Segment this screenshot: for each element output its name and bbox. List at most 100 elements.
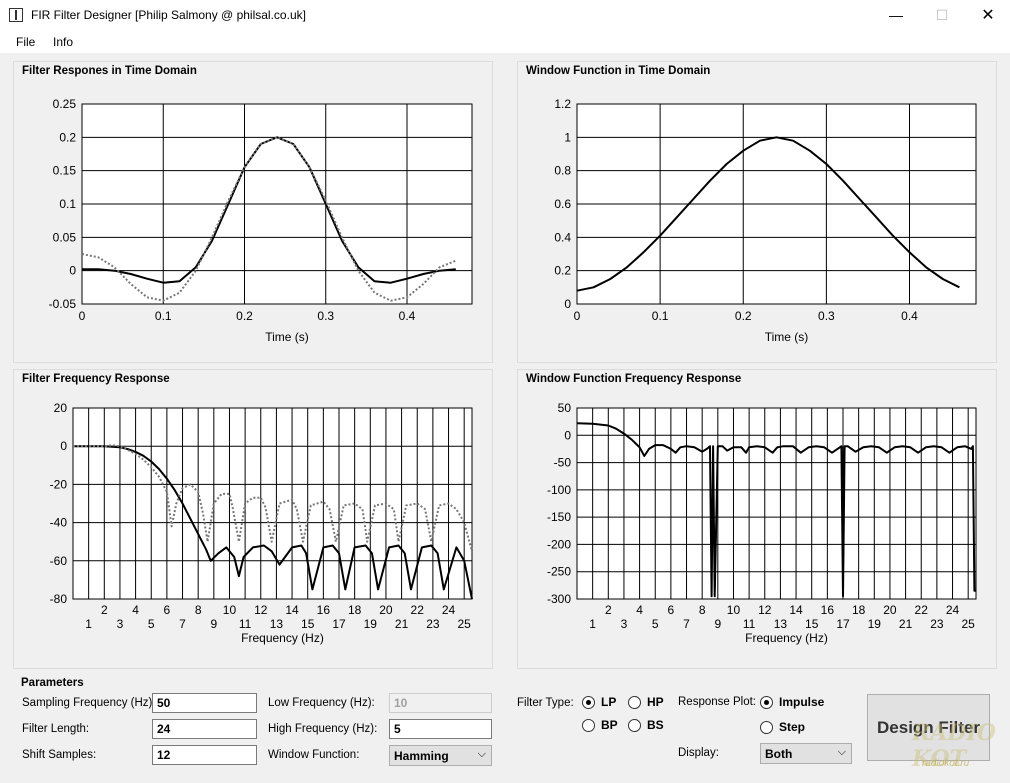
y-tick-label: -80 [50,592,68,606]
y-tick-label: 1 [564,130,571,144]
maximize-button[interactable]: ☐ [919,0,965,31]
time-response-panel: Filter Respones in Time Domain 0.25 0.2 0.… [13,61,493,363]
x-tick-label: 22 [411,603,425,617]
y-tick-label: 0 [564,428,571,442]
title-bar: FIR Filter Designer [Philip Salmony @ ph… [0,0,1010,31]
x-tick-label: 11 [743,617,756,631]
radio-unselected-icon [628,718,641,732]
radio-selected-icon [760,695,773,709]
menu-file[interactable]: File [16,35,35,49]
y-tick-label: 0 [69,264,76,278]
x-tick-label: 0 [79,309,86,323]
x-axis-label: Time (s) [265,330,309,344]
x-tick-label: 11 [239,617,252,631]
x-axis-label: Frequency (Hz) [241,631,324,645]
x-tick-label: 25 [457,617,471,631]
design-filter-button[interactable]: Design Filter [867,694,990,761]
x-tick-label: 4 [132,603,139,617]
y-tick-label: -60 [50,554,68,568]
x-tick-label: 10 [727,603,741,617]
filter-type-bs-radio[interactable]: BS [628,718,664,732]
response-impulse-radio[interactable]: Impulse [760,695,824,709]
sampling-frequency-input[interactable]: 50 [152,693,257,713]
shift-samples-input[interactable]: 12 [152,745,257,765]
x-tick-label: 17 [332,617,346,631]
radio-label: HP [647,695,664,709]
window-frequency-chart: 500-50-100-150-200-250-3002 4 6 8 10 12 14 16 18… [547,401,977,645]
filter-type-label: Filter Type: [517,697,574,709]
x-tick-label: 19 [364,617,378,631]
y-tick-label: 0.6 [554,197,571,211]
x-tick-label: 6 [668,603,675,617]
y-tick-label: 0.05 [53,230,77,244]
x-tick-label: 17 [836,617,850,631]
close-button[interactable]: ✕ [965,0,1010,31]
frequency-response-panel: Filter Frequency Response 20 0 -20 -40 -60 -8… [13,369,493,669]
display-value: Both [765,747,793,761]
x-tick-label: 21 [395,617,409,631]
filter-type-bp-radio[interactable]: BP [582,718,618,732]
x-tick-label: 0 [574,309,581,323]
x-tick-label: 25 [961,617,975,631]
window-function-select[interactable]: Hamming ⌵ [389,745,492,766]
window-time-panel: Window Function in Time Domain 1.2 1 0.8 0.… [517,61,997,363]
y-tick-label: 0.8 [554,164,571,178]
y-tick-label: 0.2 [59,130,76,144]
x-tick-label: 24 [946,603,960,617]
y-tick-label: 0.4 [554,230,571,244]
window-frequency-panel: Window Function Frequency Response 50 0 -5… [517,369,997,669]
x-tick-label: 10 [223,603,237,617]
display-select[interactable]: Both ⌵ [760,743,852,764]
y-tick-label: -20 [50,477,68,491]
y-tick-label: -100 [547,483,571,497]
y-tick-label: -250 [547,565,571,579]
x-tick-label: 24 [442,603,456,617]
x-tick-label: 2 [101,603,108,617]
high-frequency-input[interactable]: 5 [389,719,492,739]
x-tick-label: 0.2 [236,309,253,323]
y-tick-label: 20 [54,401,68,415]
x-tick-label: 16 [821,603,835,617]
x-tick-label: 7 [179,617,186,631]
y-tick-label: 0 [564,297,571,311]
window-function-value: Hamming [394,749,449,763]
x-tick-label: 6 [164,603,171,617]
chevron-down-icon: ⌵ [477,748,486,760]
radio-label: BS [647,718,664,732]
y-tick-label: -150 [547,510,571,524]
low-frequency-input[interactable]: 10 [389,693,492,713]
x-tick-label: 12 [758,603,772,617]
x-tick-label: 9 [714,617,721,631]
y-tick-label: 0.15 [53,164,77,178]
filter-type-hp-radio[interactable]: HP [628,695,664,709]
x-tick-label: 12 [254,603,268,617]
x-tick-label: 0.1 [155,309,172,323]
x-tick-label: 0.1 [652,309,669,323]
x-tick-label: 3 [117,617,124,631]
x-tick-label: 1 [589,617,596,631]
filter-type-lp-radio[interactable]: LP [582,695,616,709]
menu-info[interactable]: Info [53,35,73,49]
x-tick-label: 2 [605,603,612,617]
x-tick-label: 8 [699,603,706,617]
x-tick-label: 19 [868,617,882,631]
filter-length-input[interactable]: 24 [152,719,257,739]
radio-label: LP [601,695,617,709]
y-tick-label: -40 [50,516,68,530]
x-tick-label: 5 [652,617,659,631]
window-title: FIR Filter Designer [Philip Salmony @ ph… [31,8,306,22]
high-frequency-label: High Frequency (Hz): [268,723,378,735]
menu-bar: File Info [0,31,1010,53]
response-step-radio[interactable]: Step [760,720,805,734]
minimize-button[interactable]: — [873,0,919,31]
display-label: Display: [678,747,719,759]
window-time-chart: 1.2 1 0.8 0.6 0.4 0.2 00 0.1 0.2 0.3 0.4 Time (s) [554,97,977,344]
x-tick-label: 1 [85,617,92,631]
filter-length-label: Filter Length: [22,723,90,735]
x-tick-label: 20 [379,603,393,617]
x-tick-label: 0.3 [317,309,334,323]
x-tick-label: 8 [195,603,202,617]
x-tick-label: 21 [899,617,913,631]
x-tick-label: 14 [789,603,803,617]
response-plot-label: Response Plot: [678,696,756,708]
